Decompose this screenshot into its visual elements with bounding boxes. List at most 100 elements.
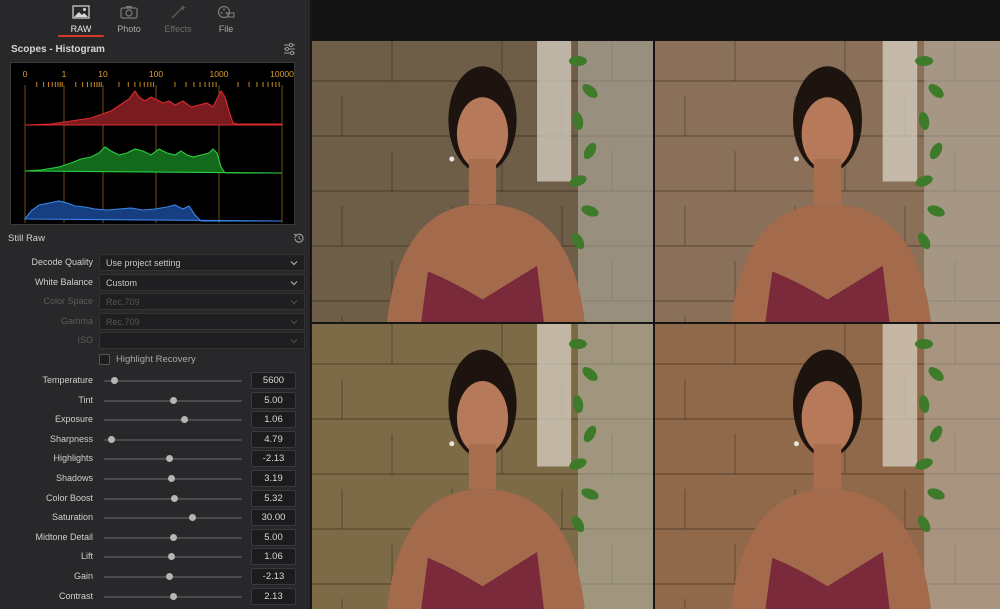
gain-label: Gain — [73, 571, 93, 581]
image-variant-4[interactable] — [655, 324, 1000, 609]
shadows-value-field[interactable]: 3.19 — [251, 470, 296, 487]
color-boost-label: Color Boost — [45, 492, 93, 503]
earring — [449, 441, 455, 447]
temperature-row: Temperature 5600 — [0, 371, 311, 389]
sharpness-label: Sharpness — [49, 433, 93, 444]
contrast-label: Contrast — [58, 590, 93, 601]
decode-quality-row: Decode Quality Use project setting — [0, 254, 311, 272]
image-variant-2[interactable] — [655, 41, 1000, 322]
tab-file[interactable]: File — [201, 0, 251, 38]
white-balance-value: Custom — [106, 278, 138, 288]
tab-photo-label: Photo — [117, 24, 141, 34]
image-icon — [72, 5, 90, 19]
midtone-detail-row: Midtone Detail 5.00 — [0, 528, 311, 546]
decode-quality-value: Use project setting — [106, 258, 181, 268]
shadows-row: Shadows 3.19 — [0, 469, 311, 487]
exposure-slider[interactable] — [104, 419, 242, 422]
sharpness-slider[interactable] — [104, 438, 242, 441]
neck — [468, 159, 497, 204]
iso-dropdown — [99, 332, 305, 349]
tab-effects[interactable]: Effects — [153, 0, 203, 38]
gain-row: Gain -2.13 — [0, 567, 311, 585]
tint-value-field[interactable]: 5.00 — [251, 391, 296, 409]
gamma-dropdown: Rec.709 — [99, 313, 305, 330]
image-variant-3[interactable] — [312, 324, 653, 609]
camera-icon — [120, 6, 138, 19]
sliders-icon[interactable] — [283, 43, 296, 55]
raw-settings-panel: RAW Photo Effects File Scopes - Histogra… — [0, 0, 311, 609]
decode-quality-label: Decode Quality — [31, 257, 93, 267]
exposure-label: Exposure — [54, 414, 93, 425]
sharpness-value-field[interactable]: 4.79 — [251, 430, 296, 448]
chevron-down-icon — [290, 320, 298, 325]
highlight-recovery-checkbox[interactable] — [99, 354, 110, 365]
saturation-row: Saturation 30.00 — [0, 508, 311, 527]
highlights-value-field[interactable]: -2.13 — [251, 450, 296, 468]
earring — [449, 156, 455, 162]
color-boost-value-field[interactable]: 5.32 — [251, 489, 296, 507]
gamma-label: Gamma — [60, 316, 93, 326]
highlights-label: Highlights — [53, 453, 93, 464]
saturation-slider-handle[interactable] — [189, 514, 196, 522]
color-space-value: Rec.709 — [106, 297, 140, 307]
scale-label-0: 0 — [23, 69, 28, 79]
lift-slider-handle[interactable] — [168, 553, 176, 561]
scale-label-10: 10 — [98, 69, 108, 79]
saturation-value-field[interactable]: 30.00 — [251, 509, 296, 527]
chevron-down-icon — [290, 261, 298, 266]
gain-slider-handle[interactable] — [165, 573, 173, 580]
sharpness-slider-handle[interactable] — [108, 435, 116, 443]
tab-photo[interactable]: Photo — [104, 0, 154, 38]
panel-tabs: RAW Photo Effects File — [56, 0, 256, 38]
exposure-slider-handle[interactable] — [181, 416, 189, 424]
scale-label-100: 100 — [149, 69, 163, 79]
temperature-value-field[interactable]: 5600 — [251, 372, 296, 389]
shadows-slider-handle[interactable] — [168, 475, 176, 482]
tab-raw[interactable]: RAW — [56, 0, 106, 38]
color-boost-slider-handle[interactable] — [170, 494, 178, 502]
gain-value-field[interactable]: -2.13 — [251, 568, 296, 585]
white-balance-row: White Balance Custom — [0, 274, 311, 292]
highlights-slider-handle[interactable] — [165, 455, 173, 463]
reset-icon[interactable] — [293, 232, 305, 244]
color-space-dropdown: Rec.709 — [99, 293, 305, 310]
tab-raw-label: RAW — [70, 24, 92, 34]
lift-value-field[interactable]: 1.06 — [251, 548, 296, 566]
histogram-scope: 0 1 10 100 1000 10000 — [10, 62, 295, 225]
decode-quality-dropdown[interactable]: Use project setting — [99, 254, 305, 271]
scopes-title: Scopes - Histogram — [11, 44, 105, 55]
lift-row: Lift 1.06 — [0, 547, 311, 566]
image-variant-1[interactable] — [312, 41, 653, 322]
sharpness-row: Sharpness 4.79 — [0, 430, 311, 448]
contrast-value-field[interactable]: 2.13 — [251, 587, 296, 605]
highlights-slider[interactable] — [104, 458, 242, 461]
gain-slider[interactable] — [104, 576, 242, 578]
viewer-top-bar — [312, 0, 1000, 40]
lift-label: Lift — [80, 551, 93, 562]
active-tab-indicator — [58, 35, 104, 37]
midtone-detail-value-field[interactable]: 5.00 — [251, 528, 296, 546]
chevron-down-icon — [290, 300, 298, 305]
white-balance-dropdown[interactable]: Custom — [99, 274, 305, 291]
saturation-slider[interactable] — [104, 517, 242, 520]
tint-slider-handle[interactable] — [169, 396, 177, 404]
tint-label: Tint — [78, 394, 93, 405]
iso-row: ISO — [0, 332, 311, 350]
image-viewer — [312, 0, 1000, 609]
scale-label-1: 1 — [62, 69, 67, 79]
scale-label-10000: 10000 — [270, 69, 294, 79]
temperature-slider[interactable] — [104, 380, 242, 382]
midtone-detail-slider-handle[interactable] — [169, 533, 177, 541]
contrast-slider-handle[interactable] — [169, 592, 177, 600]
earring — [793, 156, 799, 162]
iso-label: ISO — [77, 335, 93, 345]
film-reel-icon — [217, 5, 235, 19]
neck — [468, 443, 497, 490]
color-space-row: Color Space Rec.709 — [0, 293, 311, 311]
chevron-down-icon — [290, 339, 298, 344]
neck — [813, 159, 842, 204]
temperature-slider-handle[interactable] — [111, 377, 118, 384]
tab-effects-label: Effects — [164, 24, 192, 34]
exposure-value-field[interactable]: 1.06 — [251, 411, 296, 429]
shadows-label: Shadows — [55, 473, 93, 483]
